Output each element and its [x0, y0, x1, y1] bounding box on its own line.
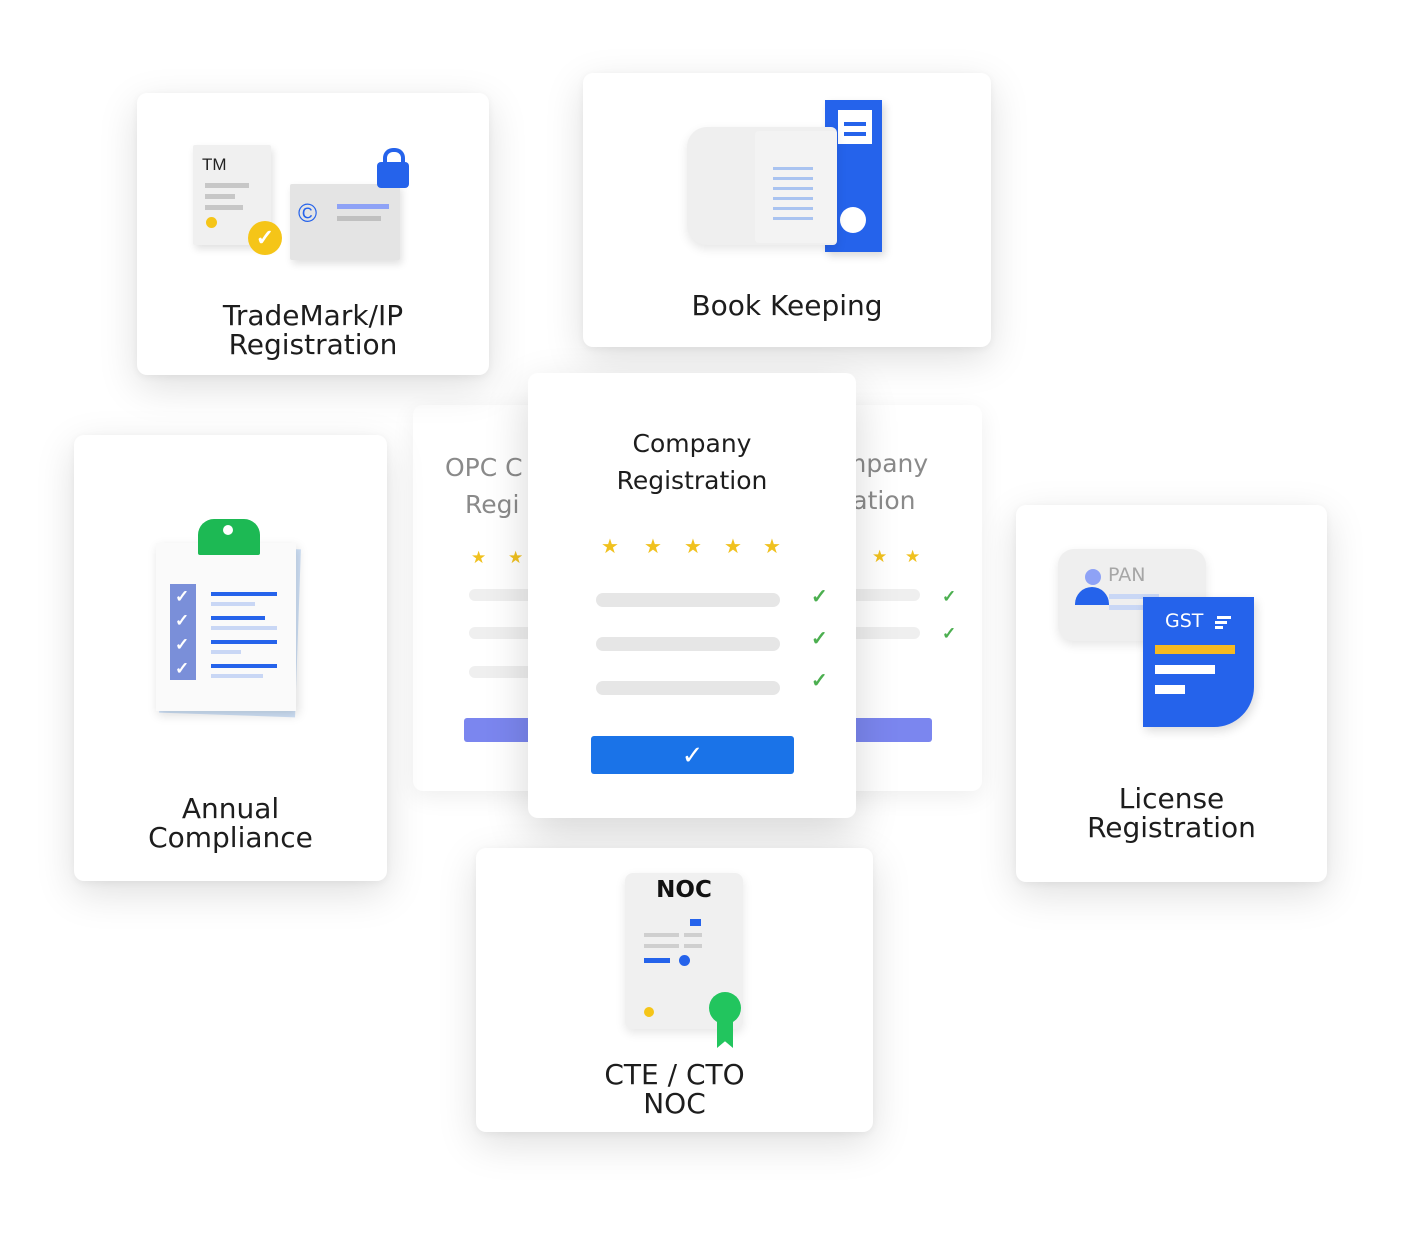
check-icon: ✓ — [811, 670, 828, 692]
list-line — [596, 637, 780, 651]
dot-icon — [644, 1007, 654, 1017]
bookkeeping-illustration — [683, 97, 903, 257]
star-icon: ★ — [601, 536, 619, 558]
pan-label: PAN — [1108, 564, 1146, 586]
opc-title: OPC C Regi — [445, 453, 523, 519]
annual-compliance-card[interactable]: ✓ ✓ ✓ ✓ Annual Compliance — [74, 435, 387, 881]
check-icon: ✓ — [681, 740, 704, 770]
confirm-button[interactable]: ✓ — [591, 736, 794, 774]
list-line — [596, 593, 780, 607]
lock-icon — [376, 148, 410, 190]
trademark-illustration: TM ✓ © — [187, 143, 417, 273]
check-icon: ✓ — [942, 624, 957, 643]
gst-label: GST — [1165, 610, 1204, 632]
clipboard-icon: ✓ ✓ ✓ ✓ — [156, 519, 301, 719]
star-icon: ★ — [905, 547, 921, 566]
bookkeeping-card[interactable]: Book Keeping — [583, 73, 991, 347]
star-icon: ★ — [471, 548, 487, 567]
star-icon: ★ — [724, 536, 742, 558]
dot-icon — [206, 217, 217, 228]
copyright-icon: © — [298, 198, 318, 228]
check-icon: ✓ — [811, 586, 828, 608]
star-icon: ★ — [508, 548, 524, 567]
star-icon: ★ — [872, 547, 888, 566]
person-icon — [1075, 569, 1111, 611]
annual-compliance-title: Annual Compliance — [148, 792, 313, 854]
check-icon: ✓ — [811, 628, 828, 650]
company-title: Company Registration — [616, 429, 768, 495]
tm-label: TM — [202, 155, 227, 174]
check-icon: ✓ — [942, 587, 957, 606]
copyright-card: © — [290, 184, 400, 260]
star-icon: ★ — [644, 536, 662, 558]
cte-noc-title: CTE / CTO NOC — [604, 1058, 745, 1120]
license-title: License Registration — [1087, 782, 1256, 844]
list-line — [596, 681, 780, 695]
star-icon: ★ — [684, 536, 702, 558]
noc-label: NOC — [656, 877, 712, 903]
trademark-title: TradeMark/IP Registration — [222, 299, 404, 361]
star-icon: ★ — [763, 536, 781, 558]
menu-icon — [1215, 616, 1231, 629]
license-registration-card[interactable]: PAN GST License Registration — [1016, 505, 1327, 882]
bookkeeping-title: Book Keeping — [691, 289, 883, 322]
trademark-card[interactable]: TM ✓ © TradeMark/IP Registration — [137, 93, 489, 375]
gst-document: GST — [1143, 597, 1254, 727]
receipt-icon — [687, 127, 837, 245]
ribbon-icon — [709, 992, 741, 1048]
check-circle-icon: ✓ — [248, 221, 282, 255]
company-registration-card[interactable]: Company Registration ★ ★ ★ ★ ★ ✓ ✓ ✓ ✓ — [528, 373, 856, 818]
cte-noc-card[interactable]: NOC CTE / CTO NOC — [476, 848, 873, 1132]
